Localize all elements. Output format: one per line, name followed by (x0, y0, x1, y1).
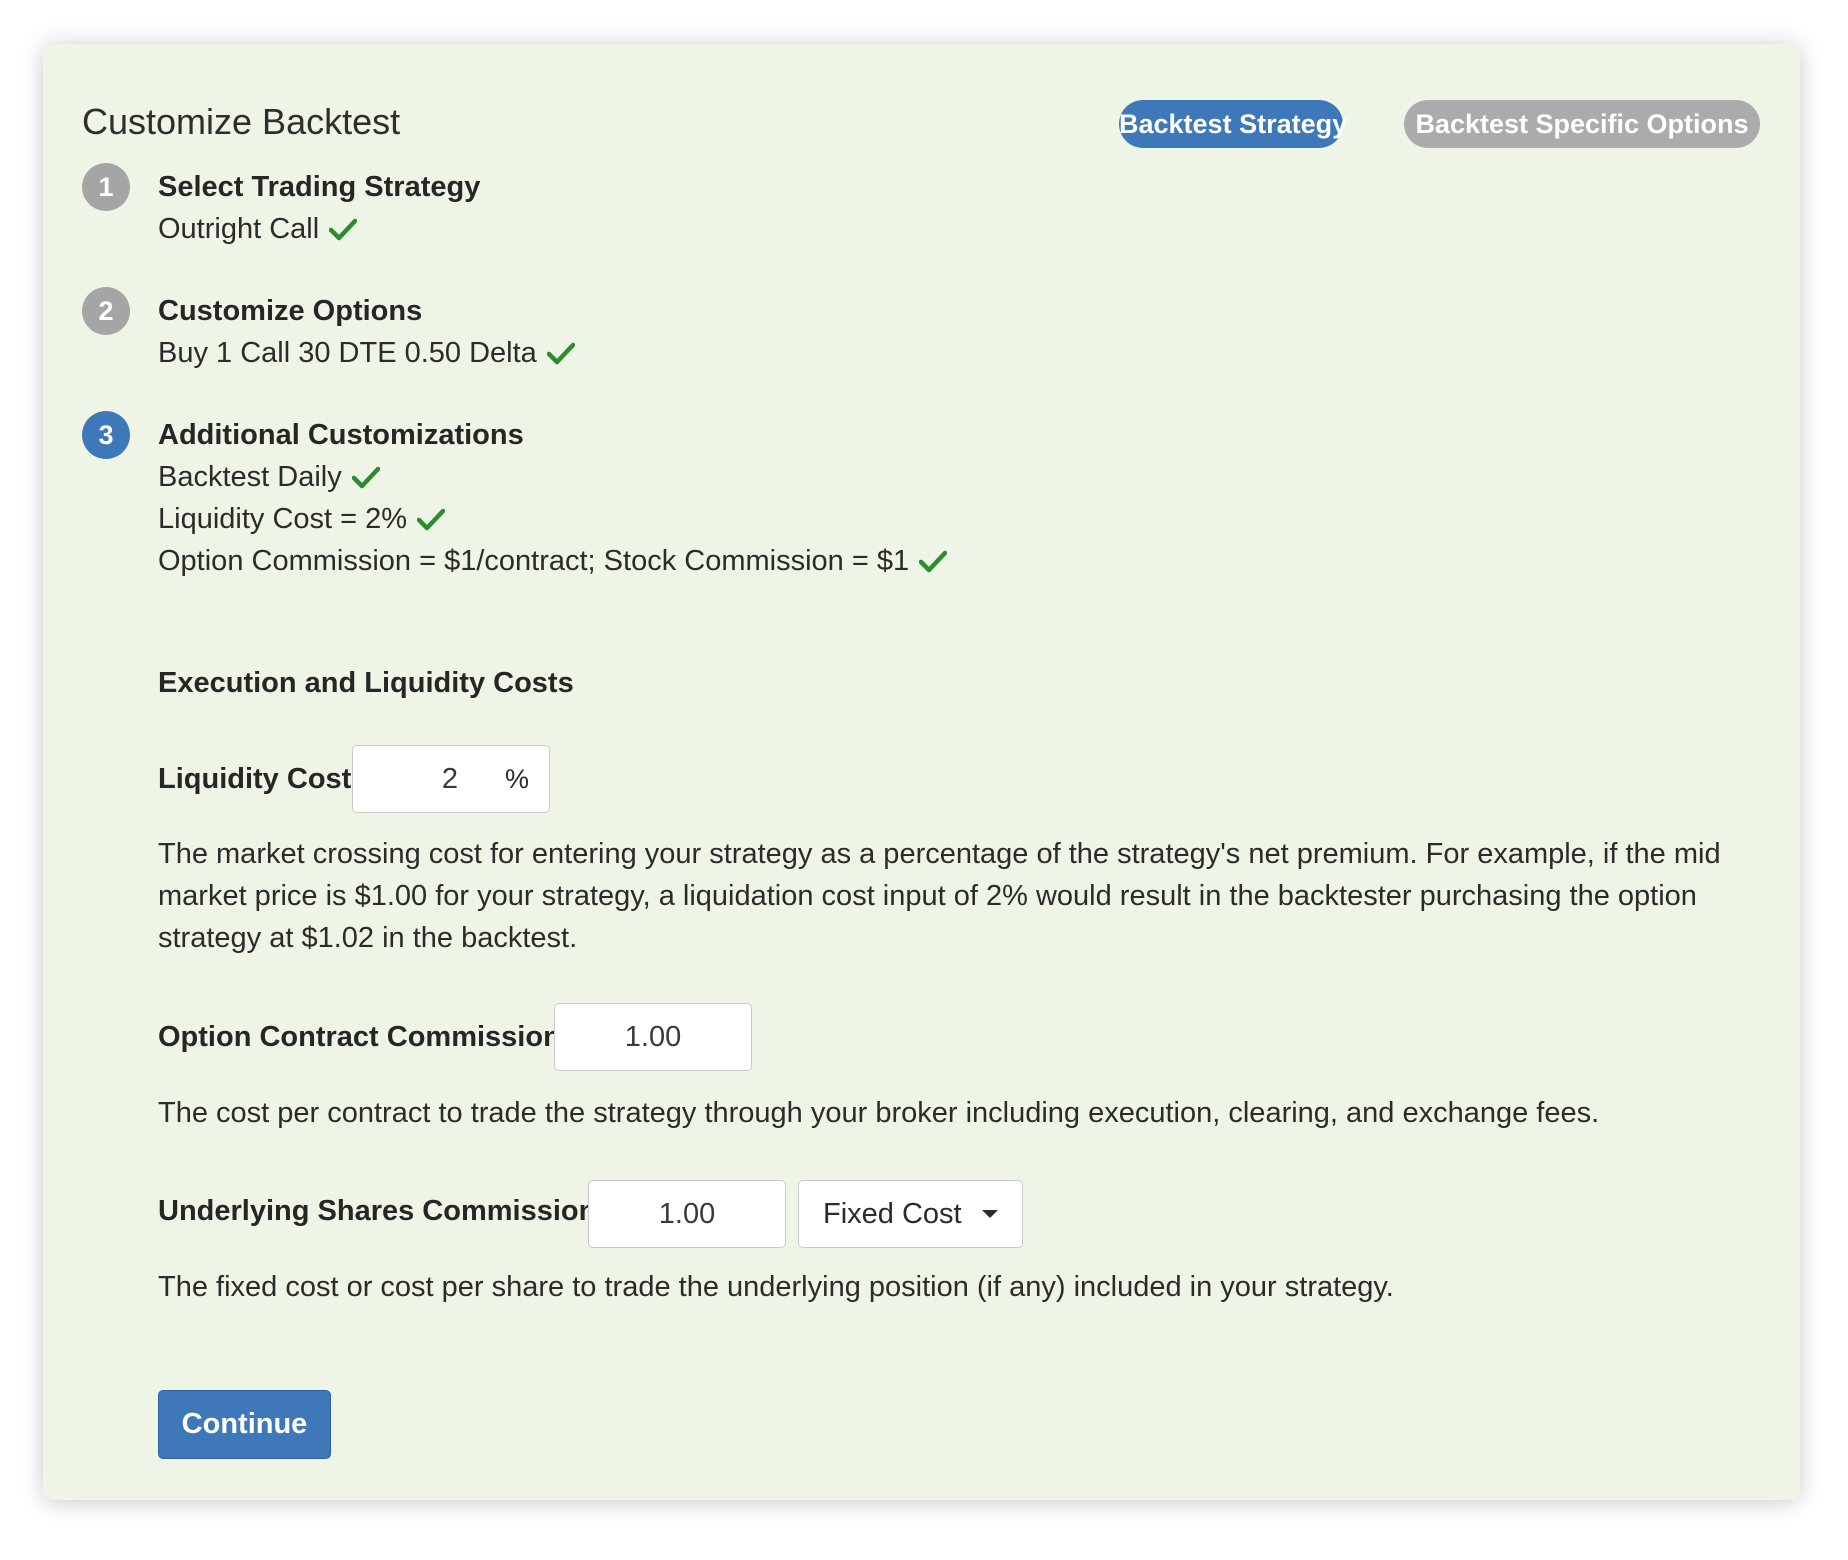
check-icon (351, 466, 380, 489)
liquidity-cost-label: Liquidity Cost (158, 763, 352, 795)
commission-mode-select[interactable]: Fixed Cost (798, 1180, 1023, 1248)
step-title: Customize Options (158, 295, 423, 327)
tab-backtest-specific-options[interactable]: Backtest Specific Options (1404, 100, 1760, 148)
step-summary-text: Backtest Daily (158, 461, 342, 493)
shares-commission-input[interactable] (589, 1181, 785, 1247)
shares-commission-label: Underlying Shares Commission (158, 1195, 597, 1227)
step-summary-text: Outright Call (158, 213, 320, 245)
customize-backtest-card: Customize Backtest Backtest Strategy Bac… (43, 44, 1800, 1500)
caret-down-icon (982, 1210, 998, 1218)
shares-commission-field[interactable] (588, 1180, 786, 1248)
check-icon (329, 218, 358, 241)
percent-suffix: % (504, 764, 529, 794)
option-commission-label: Option Contract Commission (158, 1021, 561, 1053)
step-summary-line: Buy 1 Call 30 DTE 0.50 Delta (158, 332, 575, 374)
page-title: Customize Backtest (82, 101, 401, 142)
shares-commission-description: The fixed cost or cost per share to trad… (158, 1271, 1394, 1303)
step-summary-text: Buy 1 Call 30 DTE 0.50 Delta (158, 337, 537, 369)
step-summary-text: Liquidity Cost = 2% (158, 503, 408, 535)
step-summary-text: Option Commission = $1/contract; Stock C… (158, 545, 910, 577)
liquidity-cost-field[interactable]: % (352, 745, 550, 813)
tab-backtest-strategy[interactable]: Backtest Strategy (1119, 100, 1347, 148)
option-commission-field[interactable] (554, 1003, 752, 1071)
step-summary-line: Option Commission = $1/contract; Stock C… (158, 540, 948, 582)
step-summary-line: Outright Call (158, 208, 480, 250)
liquidity-cost-input[interactable] (353, 746, 458, 812)
step-title: Additional Customizations (158, 419, 524, 451)
section-heading-execution-liquidity: Execution and Liquidity Costs (158, 667, 574, 699)
step-title: Select Trading Strategy (158, 171, 481, 203)
check-icon (546, 342, 575, 365)
check-icon (417, 508, 446, 531)
liquidity-cost-description: The market crossing cost for entering yo… (158, 838, 1721, 954)
option-commission-input[interactable] (555, 1004, 751, 1070)
step-summary-line: Liquidity Cost = 2% (158, 498, 947, 540)
step-number-badge: 1 (82, 163, 130, 211)
option-commission-description: The cost per contract to trade the strat… (158, 1097, 1600, 1129)
step-number-badge: 3 (82, 411, 130, 459)
check-icon (919, 550, 948, 573)
step-summary-line: Backtest Daily (158, 456, 947, 498)
commission-mode-value: Fixed Cost (823, 1198, 962, 1230)
step-number-badge: 2 (82, 287, 130, 335)
continue-button[interactable]: Continue (158, 1390, 331, 1459)
